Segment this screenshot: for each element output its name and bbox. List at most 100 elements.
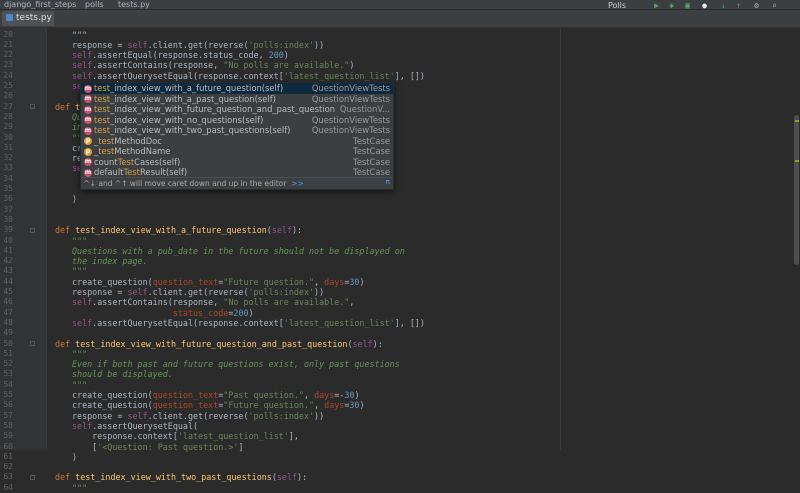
code-token: 30 bbox=[344, 390, 355, 400]
property-icon: p bbox=[84, 147, 92, 156]
code-line[interactable]: response.context['latest_question_list']… bbox=[72, 431, 299, 441]
code-token: ], bbox=[288, 431, 299, 442]
warning-marker[interactable] bbox=[795, 120, 799, 122]
completion-name: test_index_view_with_a_past_question(sel… bbox=[94, 93, 276, 104]
code-line[interactable]: ) bbox=[72, 452, 77, 462]
completion-class: TestCase bbox=[353, 156, 390, 167]
completion-class: TestCase bbox=[353, 135, 390, 146]
code-line[interactable]: def test_index_view_with_future_question… bbox=[55, 339, 383, 349]
completion-class: TestCase bbox=[353, 146, 390, 156]
code-token: .assertQuerysetEqual(response.context[ bbox=[92, 70, 284, 81]
code-token: self bbox=[352, 338, 373, 349]
completion-item[interactable]: p _testMethodName TestCase bbox=[81, 146, 393, 157]
code-editor[interactable]: """ response = self.client.get(reverse('p… bbox=[0, 0, 800, 493]
code-token: days bbox=[314, 390, 335, 400]
completion-name: test_index_view_with_future_question_and… bbox=[94, 104, 336, 114]
code-token: self bbox=[72, 420, 93, 431]
code-token: Even if both past and future questions e… bbox=[72, 359, 400, 370]
line-number: 61 bbox=[3, 451, 13, 461]
method-icon: m bbox=[84, 126, 92, 135]
code-line[interactable]: status_code=200) bbox=[72, 308, 254, 318]
code-token: '<Question: Past question.>' bbox=[97, 441, 239, 452]
code-line[interactable]: self.assertContains(response, "No polls … bbox=[72, 297, 354, 307]
completion-item[interactable]: m test_index_view_with_two_past_questions… bbox=[81, 125, 393, 136]
code-line[interactable]: """ bbox=[72, 30, 87, 40]
code-token: 30 bbox=[349, 400, 360, 411]
code-line[interactable]: response = self.client.get(reverse('poll… bbox=[72, 287, 324, 297]
code-line[interactable]: the index page. bbox=[72, 256, 148, 266]
code-line[interactable]: self.assertContains(response, "No polls … bbox=[72, 60, 354, 70]
code-token: ): bbox=[292, 225, 303, 236]
code-line[interactable]: create_question(question_text="Future qu… bbox=[72, 277, 365, 287]
code-completion-popup[interactable]: ^↓ and ^↑ will move caret down and up in… bbox=[80, 82, 394, 190]
completion-hint: ^↓ and ^↑ will move caret down and up in… bbox=[81, 177, 393, 189]
code-token: .assertQuerysetEqual(response.context[ bbox=[92, 317, 284, 328]
code-token: )) bbox=[314, 410, 325, 421]
code-token: response = bbox=[72, 287, 128, 297]
code-token: .client.get(reverse( bbox=[147, 39, 249, 50]
code-token: test_index_view_with_a_future_question bbox=[75, 225, 267, 236]
completion-class: QuestionViewTests bbox=[311, 125, 390, 135]
code-token: 200 bbox=[233, 307, 249, 318]
code-line[interactable]: ) bbox=[72, 194, 77, 204]
code-token: ], []) bbox=[394, 317, 425, 328]
code-token: ) bbox=[72, 194, 78, 205]
code-token: response.context[ bbox=[72, 431, 178, 442]
code-line[interactable]: create_question(question_text="Future qu… bbox=[72, 400, 365, 410]
code-token: .assertContains(response, bbox=[92, 297, 224, 308]
code-token: create_question( bbox=[72, 390, 153, 400]
code-line[interactable]: """ bbox=[72, 266, 87, 276]
code-line[interactable]: response = self.client.get(reverse('poll… bbox=[72, 40, 324, 50]
code-token: "Future question." bbox=[223, 400, 315, 411]
code-line[interactable]: """ bbox=[72, 236, 87, 246]
code-line[interactable]: """ bbox=[72, 380, 87, 390]
code-line[interactable]: """ bbox=[72, 483, 87, 493]
code-line[interactable]: self.assertQuerysetEqual( bbox=[72, 421, 198, 431]
code-line[interactable]: response = self.client.get(reverse('poll… bbox=[72, 411, 324, 421]
code-line[interactable]: """ bbox=[72, 349, 87, 359]
pi-icon[interactable]: π bbox=[386, 178, 390, 186]
completion-item[interactable]: p _testMethodDoc TestCase bbox=[81, 136, 393, 147]
code-token: 30 bbox=[349, 276, 360, 287]
scrollbar-thumb[interactable] bbox=[794, 115, 799, 265]
code-line[interactable]: self.assertEqual(response.status_code, 2… bbox=[72, 50, 289, 60]
completion-class: QuestionViewTests bbox=[311, 93, 390, 104]
completion-item[interactable]: m test_index_view_with_no_questions(self)… bbox=[81, 115, 393, 126]
code-token: "No polls are available." bbox=[223, 297, 350, 308]
code-line[interactable]: self.assertQuerysetEqual(response.contex… bbox=[72, 71, 425, 81]
code-token: self bbox=[127, 39, 148, 50]
completion-item[interactable]: m test_index_view_with_future_question_an… bbox=[81, 104, 393, 115]
code-token: """ bbox=[72, 29, 88, 40]
fold-marker[interactable] bbox=[30, 474, 35, 480]
code-token: "Future question." bbox=[223, 276, 315, 287]
code-line[interactable]: def test_index_view_with_two_past_questi… bbox=[55, 472, 307, 482]
method-icon: m bbox=[84, 168, 92, 177]
code-line[interactable]: Even if both past and future questions e… bbox=[72, 359, 400, 369]
code-token: status_code bbox=[172, 307, 229, 318]
code-line[interactable]: def test_index_view_with_a_future_questi… bbox=[55, 225, 302, 235]
hint-text: ^↓ and ^↑ will move caret down and up in… bbox=[83, 179, 287, 188]
code-line[interactable]: Questions with a pub_date in the future … bbox=[72, 246, 405, 256]
completion-class: QuestionViewTests bbox=[311, 114, 390, 125]
code-token: )) bbox=[314, 287, 325, 297]
completion-item[interactable]: m test_index_view_with_a_future_question(… bbox=[81, 83, 393, 94]
method-icon: m bbox=[84, 158, 92, 166]
method-icon: m bbox=[84, 84, 92, 93]
code-token: response = bbox=[72, 410, 128, 421]
completion-item[interactable]: m test_index_view_with_a_past_question(se… bbox=[81, 94, 393, 105]
code-token: test_index_view_with_future_question_and… bbox=[75, 338, 348, 349]
code-token: self bbox=[127, 410, 148, 421]
code-line[interactable]: should be displayed. bbox=[72, 369, 173, 379]
code-token: 200 bbox=[268, 50, 284, 61]
completion-item[interactable]: m defaultTestResult(self) TestCase bbox=[81, 167, 393, 178]
completion-item[interactable]: m countTestCases(self) TestCase bbox=[81, 157, 393, 168]
code-line[interactable]: ['<Question: Past question.>'] bbox=[72, 442, 243, 452]
hint-more-link[interactable]: >> bbox=[291, 179, 304, 188]
code-token: 'latest_question_list' bbox=[177, 431, 289, 442]
code-line[interactable]: self.assertQuerysetEqual(response.contex… bbox=[72, 318, 425, 328]
warning-marker[interactable] bbox=[795, 160, 799, 162]
completion-name: countTestCases(self) bbox=[94, 156, 181, 167]
code-line[interactable]: create_question(question_text="Past ques… bbox=[72, 390, 359, 400]
line-number: 64 bbox=[3, 482, 13, 492]
